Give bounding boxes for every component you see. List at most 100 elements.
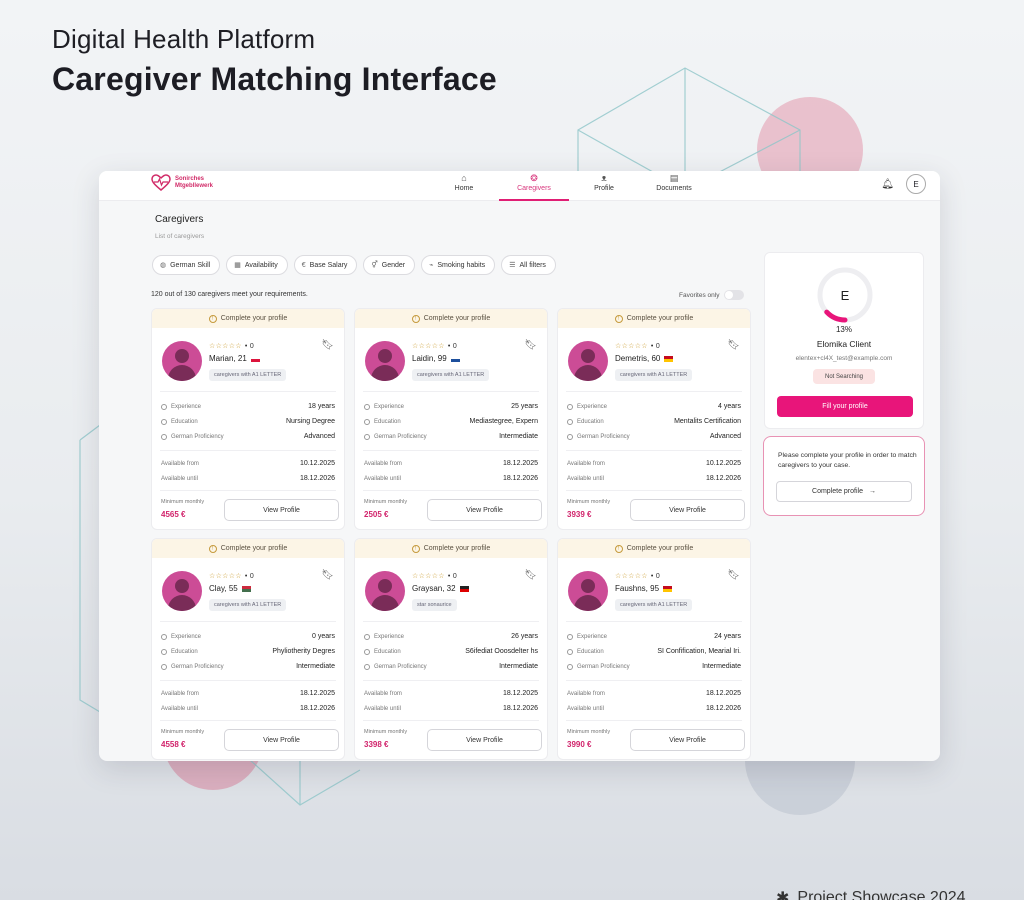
education-label-text: Education: [577, 418, 604, 425]
avatar-body: [371, 365, 399, 381]
german-value: Advanced: [303, 433, 335, 440]
education-label: Education: [161, 648, 198, 655]
caregiver-card[interactable]: ! Complete your profile ☆☆☆☆☆ • 0 🔖︎ Faus…: [557, 538, 751, 760]
globe-icon: ◍: [160, 262, 167, 269]
footer-text: Project Showcase 2024: [797, 889, 966, 900]
banner-text: Complete your profile: [423, 545, 491, 552]
client-name: Elomika Client: [816, 339, 872, 349]
experience-label: Experience: [364, 403, 404, 410]
profile-completion-percent: 13%: [835, 325, 852, 334]
divider: [363, 450, 539, 451]
available-until-value: 18.12.2026: [502, 705, 538, 712]
globe-icon: [364, 663, 370, 670]
bookmark-icon[interactable]: 🔖︎: [727, 340, 740, 351]
education-value: SI Confification, Mearial Iri.: [657, 648, 741, 655]
globe-icon: [161, 433, 167, 440]
info-icon: !: [411, 314, 420, 323]
filter-base-salary[interactable]: € Base Salary: [293, 255, 358, 275]
complete-profile-banner[interactable]: ! Complete your profile: [152, 309, 344, 328]
bookmark-icon[interactable]: 🔖︎: [524, 340, 537, 351]
caregiver-card[interactable]: ! Complete your profile ☆☆☆☆☆ • 0 🔖︎ Gray…: [354, 538, 548, 760]
bookmark-icon[interactable]: 🔖︎: [727, 570, 740, 581]
clock-icon: [364, 403, 370, 410]
app-logo[interactable]: Sonirches Mtgebllewerk: [151, 174, 213, 192]
star-icons: ☆☆☆☆☆: [615, 343, 648, 350]
nav-documents[interactable]: ▤ Documents: [639, 171, 709, 201]
complete-profile-banner[interactable]: ! Complete your profile: [355, 309, 547, 328]
german-value: Advanced: [709, 433, 741, 440]
education-label: Education: [364, 648, 401, 655]
page-title: Caregiver Matching Interface: [52, 61, 497, 97]
view-profile-button[interactable]: View Profile: [427, 729, 542, 751]
avatar-head: [175, 349, 189, 363]
complete-profile-banner[interactable]: ! Complete your profile: [558, 539, 750, 558]
caregiver-avatar: [162, 341, 202, 381]
page-header: Digital Health Platform Caregiver Matchi…: [52, 24, 497, 98]
view-profile-button[interactable]: View Profile: [427, 499, 542, 521]
experience-label-text: Experience: [577, 403, 608, 410]
complete-profile-button[interactable]: Complete profile →: [776, 481, 912, 502]
caregiver-card[interactable]: ! Complete your profile ☆☆☆☆☆ • 0 🔖︎ Deme…: [557, 308, 751, 530]
qualification-tag: caregivers with A1 LETTER: [615, 369, 693, 381]
name-text: Faushns, 95: [615, 584, 660, 593]
sliders-icon: ☰: [509, 262, 516, 269]
view-profile-button[interactable]: View Profile: [224, 729, 339, 751]
german-label-text: German Proficiency: [374, 663, 427, 670]
caregiver-card[interactable]: ! Complete your profile ☆☆☆☆☆ • 0 🔖︎ Mari…: [151, 308, 345, 530]
experience-value: 18 years: [308, 403, 335, 410]
nav-home[interactable]: ⌂ Home: [429, 171, 499, 201]
caregiver-card[interactable]: ! Complete your profile ☆☆☆☆☆ • 0 🔖︎ Laid…: [354, 308, 548, 530]
german-label-text: German Proficiency: [577, 663, 630, 670]
experience-row: Experience 18 years: [161, 401, 335, 412]
complete-profile-banner[interactable]: ! Complete your profile: [355, 539, 547, 558]
section-title: Caregivers: [155, 214, 204, 225]
info-icon: !: [411, 544, 420, 553]
info-icon: !: [208, 544, 217, 553]
nav-profile[interactable]: ᴥ Profile: [569, 171, 639, 201]
bookmark-icon[interactable]: 🔖︎: [321, 340, 334, 351]
favorites-toggle[interactable]: [724, 290, 745, 300]
bookmark-icon[interactable]: 🔖︎: [524, 570, 537, 581]
bell-icon[interactable]: 🔔︎: [881, 179, 894, 190]
available-from-label: Available from: [161, 460, 199, 467]
experience-label-text: Experience: [171, 403, 202, 410]
experience-row: Experience 4 years: [567, 401, 741, 412]
german-label-text: German Proficiency: [374, 433, 427, 440]
complete-profile-banner[interactable]: ! Complete your profile: [152, 539, 344, 558]
complete-profile-banner[interactable]: ! Complete your profile: [558, 309, 750, 328]
star-icons: ☆☆☆☆☆: [209, 573, 242, 580]
caregiver-card[interactable]: ! Complete your profile ☆☆☆☆☆ • 0 🔖︎ Clay…: [151, 538, 345, 760]
filter-all[interactable]: ☰ All filters: [501, 255, 556, 275]
view-profile-button[interactable]: View Profile: [630, 499, 745, 521]
nav-caregivers[interactable]: ❂ Caregivers: [499, 171, 569, 201]
clock-icon: [567, 403, 573, 410]
divider: [566, 490, 742, 491]
experience-row: Experience 24 years: [567, 631, 741, 642]
german-label-text: German Proficiency: [171, 433, 224, 440]
education-row: Education S6ifediat Ooosdelter hs: [364, 646, 538, 657]
rating: ☆☆☆☆☆ • 0: [412, 572, 457, 580]
education-label: Education: [567, 648, 604, 655]
rating-count: • 0: [244, 343, 255, 350]
filter-availability[interactable]: ▦ Availability: [226, 255, 288, 275]
view-profile-button[interactable]: View Profile: [630, 729, 745, 751]
bookmark-icon[interactable]: 🔖︎: [321, 570, 334, 581]
flag-icon: [450, 355, 460, 362]
divider: [363, 391, 539, 392]
filter-german-skill[interactable]: ◍ German Skill: [152, 255, 221, 275]
avatar-head: [378, 349, 392, 363]
experience-value: 26 years: [511, 633, 538, 640]
available-until-value: 18.12.2026: [705, 705, 741, 712]
filter-smoking-habits[interactable]: ⌁ Smoking habits: [421, 255, 496, 275]
user-avatar-button[interactable]: E: [906, 174, 926, 194]
view-profile-button[interactable]: View Profile: [224, 499, 339, 521]
education-label-text: Education: [171, 648, 198, 655]
filter-gender[interactable]: ⚥ Gender: [363, 255, 416, 275]
fill-profile-button[interactable]: Fill your profile: [777, 396, 913, 417]
experience-row: Experience 26 years: [364, 631, 538, 642]
section-subtitle: List of caregivers: [155, 233, 205, 240]
german-label: German Proficiency: [364, 663, 427, 670]
status-badge: Not Searching: [813, 369, 875, 384]
education-label-text: Education: [577, 648, 604, 655]
available-from-label: Available from: [161, 690, 199, 697]
